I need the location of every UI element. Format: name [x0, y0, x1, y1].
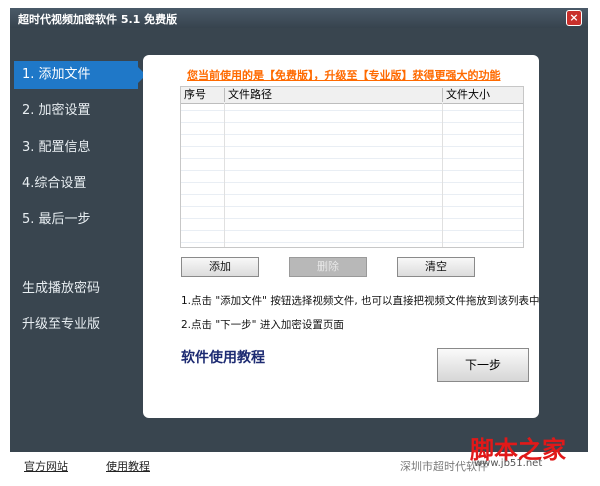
column-header-index[interactable]: 序号 [181, 88, 225, 102]
delete-button[interactable]: 删除 [289, 257, 367, 277]
watermark-url: www.jb51.net [474, 458, 543, 469]
window-title: 超时代视频加密软件 5.1 免费版 [18, 13, 178, 26]
column-divider [442, 103, 443, 247]
sidebar-item-encryption-settings[interactable]: 2. 加密设置 [14, 97, 138, 125]
official-site-link[interactable]: 官方网站 [24, 458, 68, 474]
content-panel: 您当前使用的是【免费版】，升级至【专业版】获得更强大的功能 序号 文件路径 文件… [143, 55, 540, 418]
sidebar-item-general-settings[interactable]: 4.综合设置 [14, 170, 138, 198]
upgrade-promo-link[interactable]: 您当前使用的是【免费版】，升级至【专业版】获得更强大的功能 [187, 67, 501, 83]
close-icon[interactable]: × [566, 10, 582, 26]
table-header: 序号 文件路径 文件大小 [181, 87, 523, 104]
sidebar-item-add-files[interactable]: 1. 添加文件 [14, 61, 146, 89]
clear-button[interactable]: 清空 [397, 257, 475, 277]
tutorial-link[interactable]: 软件使用教程 [181, 347, 265, 367]
add-button[interactable]: 添加 [181, 257, 259, 277]
hint-next-step: 2.点击 "下一步" 进入加密设置页面 [181, 319, 344, 331]
sidebar: 1. 添加文件 2. 加密设置 3. 配置信息 4.综合设置 5. 最后一步 生… [14, 58, 146, 388]
title-bar[interactable]: 超时代视频加密软件 5.1 免费版 × [10, 8, 588, 28]
app-window: 超时代视频加密软件 5.1 免费版 × 1. 添加文件 2. 加密设置 3. 配… [0, 0, 600, 486]
hint-add-files: 1.点击 "添加文件" 按钮选择视频文件, 也可以直接把视频文件拖放到该列表中 [181, 295, 540, 307]
file-table[interactable]: 序号 文件路径 文件大小 [180, 86, 524, 248]
sidebar-item-upgrade[interactable]: 升级至专业版 [14, 311, 138, 339]
sidebar-item-generate-password[interactable]: 生成播放密码 [14, 275, 138, 303]
watermark-logo: 脚本之家 www.jb51.net [470, 430, 592, 472]
sidebar-item-final-step[interactable]: 5. 最后一步 [14, 206, 138, 234]
sidebar-item-config-info[interactable]: 3. 配置信息 [14, 134, 138, 162]
user-guide-link[interactable]: 使用教程 [106, 458, 150, 474]
column-header-path[interactable]: 文件路径 [225, 88, 443, 102]
column-header-size[interactable]: 文件大小 [443, 88, 523, 102]
next-button[interactable]: 下一步 [437, 348, 529, 382]
column-divider [224, 103, 225, 247]
